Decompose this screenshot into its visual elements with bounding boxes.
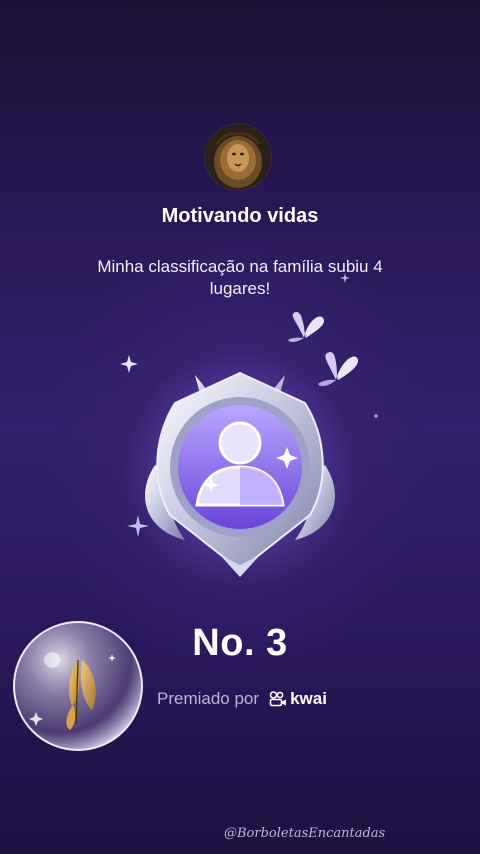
butterfly-bubble-icon[interactable] bbox=[12, 620, 144, 752]
sparkle-icon bbox=[374, 414, 378, 418]
kwai-logo-icon bbox=[269, 691, 287, 707]
butterfly-icon bbox=[288, 311, 325, 343]
kwai-brand-name: kwai bbox=[290, 689, 327, 708]
awarded-by: Premiado por kwai bbox=[157, 688, 327, 710]
kwai-brand: kwai bbox=[269, 689, 327, 709]
card-title: Motivando vidas bbox=[161, 205, 319, 227]
family-rank-badge-icon bbox=[120, 355, 360, 590]
rank-message: Minha classificação na família subiu 4 l… bbox=[97, 257, 383, 298]
watermark-text: @BorboletasEncantadas bbox=[224, 826, 386, 841]
share-card-screen: Motivando vidas Minha classificação na f… bbox=[0, 0, 480, 854]
awarded-by-label: Premiado por bbox=[157, 689, 260, 708]
lion-avatar-icon[interactable] bbox=[205, 124, 271, 190]
